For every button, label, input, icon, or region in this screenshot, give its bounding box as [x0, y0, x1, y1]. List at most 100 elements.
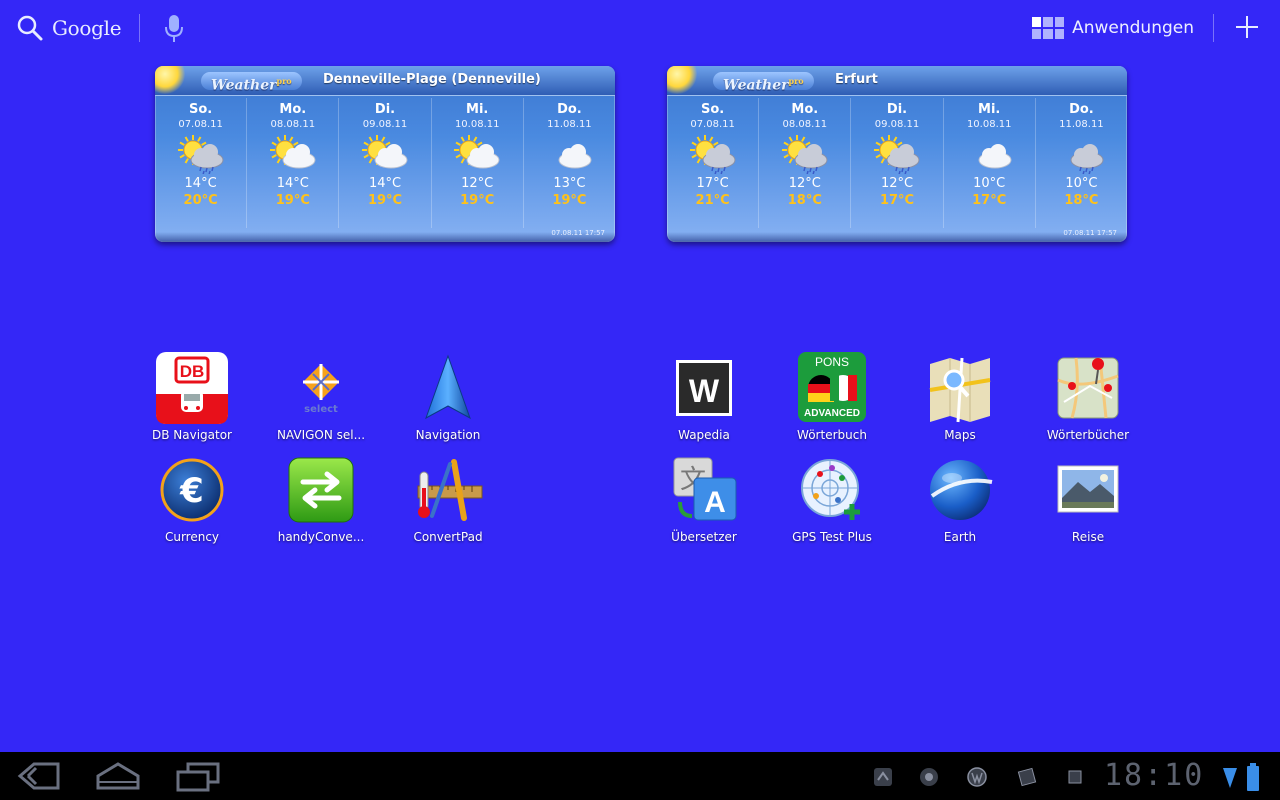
forecast-row: So. 07.08.11 14°C 20°C Mo. 08.08.11 14°C…	[155, 98, 615, 228]
svg-text:€: €	[179, 471, 204, 511]
app-navigation[interactable]: Navigation	[388, 350, 508, 442]
app-navigon-select[interactable]: select NAVIGON sel...	[261, 350, 381, 442]
day-name: So.	[700, 102, 725, 117]
usb-debug-icon[interactable]	[872, 766, 894, 788]
microphone-icon[interactable]	[162, 12, 186, 44]
app-maps[interactable]: Maps	[900, 350, 1020, 442]
app-label: Reise	[1071, 530, 1105, 544]
home-icon[interactable]	[94, 760, 142, 792]
city-name: Denneville-Plage (Denneville)	[323, 72, 541, 87]
day-date: 11.08.11	[1059, 119, 1104, 130]
svg-text:select: select	[304, 404, 338, 415]
app-gps-test-plus[interactable]: GPS Test Plus	[772, 452, 892, 544]
svg-text:DB: DB	[180, 362, 205, 381]
day-date: 07.08.11	[690, 119, 735, 130]
app-label: Currency	[164, 530, 220, 544]
forecast-day: So. 07.08.11 17°C 21°C	[667, 98, 760, 228]
temp-min: 12°C	[461, 176, 494, 191]
app-uebersetzer[interactable]: 文 A Übersetzer	[644, 452, 764, 544]
sun-icon	[667, 66, 697, 94]
screenshot-icon[interactable]	[1016, 766, 1038, 788]
system-bar: 18:10	[0, 752, 1280, 800]
day-name: Do.	[1069, 102, 1094, 117]
recent-apps-icon[interactable]	[174, 760, 222, 792]
temp-min: 17°C	[696, 176, 729, 191]
app-db-navigator[interactable]: DB DB Navigator	[132, 350, 252, 442]
translate-icon: 文 A	[673, 457, 737, 521]
sun-cloud-icon	[454, 135, 500, 169]
day-name: Do.	[557, 102, 582, 117]
forecast-day: Mi. 10.08.11 10°C 17°C	[944, 98, 1036, 228]
temp-min: 13°C	[553, 176, 586, 191]
day-date: 09.08.11	[874, 119, 920, 130]
notification-icon[interactable]	[1064, 766, 1086, 788]
update-timestamp: 07.08.11 17:57	[1063, 229, 1117, 237]
temp-min: 10°C	[973, 176, 1006, 191]
apps-button[interactable]: Anwendungen	[1032, 14, 1194, 42]
temp-max: 20°C	[183, 193, 218, 208]
weather-widget[interactable]: Weatherpro Denneville-Plage (Denneville)…	[155, 66, 615, 242]
currency-euro-icon: €	[160, 458, 224, 522]
app-woerterbuecher[interactable]: Wörterbücher	[1028, 350, 1148, 442]
app-convertpad[interactable]: ConvertPad	[388, 452, 508, 544]
wifi-signal-icon	[1223, 768, 1237, 788]
day-name: Mi.	[466, 102, 489, 117]
google-label: Google	[52, 16, 122, 40]
sun-cloud-rain-icon	[689, 135, 736, 174]
app-label: Wörterbuch	[797, 428, 867, 442]
sun-icon	[155, 66, 185, 94]
forecast-day: Do. 11.08.11 10°C 18°C	[1036, 98, 1127, 228]
app-label: Übersetzer	[671, 530, 737, 544]
app-earth[interactable]: Earth	[900, 452, 1020, 544]
weatherpro-logo: Weatherpro	[713, 72, 814, 94]
photo-thumbnail-icon	[1057, 465, 1119, 513]
day-name: Mo.	[279, 102, 307, 117]
forecast-day: Mo. 08.08.11 12°C 18°C	[759, 98, 852, 228]
day-name: Di.	[886, 102, 908, 117]
temp-max: 21°C	[695, 193, 730, 208]
app-currency[interactable]: € Currency	[132, 452, 252, 544]
day-name: Mi.	[978, 102, 1001, 117]
temp-max: 18°C	[1064, 193, 1099, 208]
widget-footer	[667, 232, 1127, 242]
gps-radar-icon	[801, 459, 860, 520]
app-wapedia[interactable]: W Wapedia	[644, 350, 764, 442]
weather-widget[interactable]: Weatherpro Erfurt So. 07.08.11 17°C 21°C…	[667, 66, 1127, 242]
app-handyconverter[interactable]: handyConve...	[261, 452, 381, 544]
app-woerterbuch[interactable]: PONS ADVANCED Wörterbuch	[772, 350, 892, 442]
temp-max: 19°C	[275, 193, 310, 208]
sync-icon[interactable]	[918, 766, 940, 788]
app-label: Earth	[943, 530, 977, 544]
clock[interactable]: 18:10	[1104, 758, 1204, 793]
forecast-day: Mo. 08.08.11 14°C 19°C	[247, 98, 340, 228]
back-icon[interactable]	[14, 760, 62, 792]
temp-min: 14°C	[368, 176, 402, 191]
svg-text:A: A	[704, 486, 726, 519]
forecast-day: Do. 11.08.11 13°C 19°C	[524, 98, 615, 228]
day-name: Di.	[374, 102, 396, 117]
day-date: 09.08.11	[362, 119, 408, 130]
day-date: 08.08.11	[270, 119, 316, 130]
temp-min: 12°C	[788, 176, 821, 191]
day-date: 10.08.11	[966, 119, 1012, 130]
temp-max: 17°C	[972, 193, 1007, 208]
forecast-day: Di. 09.08.11 12°C 17°C	[851, 98, 944, 228]
temp-min: 14°C	[184, 176, 217, 191]
temp-min: 14°C	[276, 176, 309, 191]
convertpad-ruler-icon	[417, 459, 483, 521]
add-icon[interactable]	[1234, 14, 1260, 40]
app-reise[interactable]: Reise	[1028, 452, 1148, 544]
map-pin-icon	[1057, 357, 1119, 419]
day-date: 11.08.11	[547, 119, 592, 130]
temp-max: 18°C	[787, 193, 822, 208]
wordpress-icon[interactable]	[966, 766, 988, 788]
update-timestamp: 07.08.11 17:57	[551, 229, 605, 237]
google-search-button[interactable]: Google	[16, 12, 122, 44]
widget-footer	[155, 232, 615, 242]
pons-dictionary-icon: PONS ADVANCED	[798, 352, 866, 422]
app-label: Maps	[944, 428, 976, 442]
app-label: handyConve...	[277, 530, 365, 544]
sun-cloud-rain-icon	[177, 135, 224, 174]
day-name: Mo.	[791, 102, 819, 117]
sun-cloud-icon	[269, 135, 316, 169]
